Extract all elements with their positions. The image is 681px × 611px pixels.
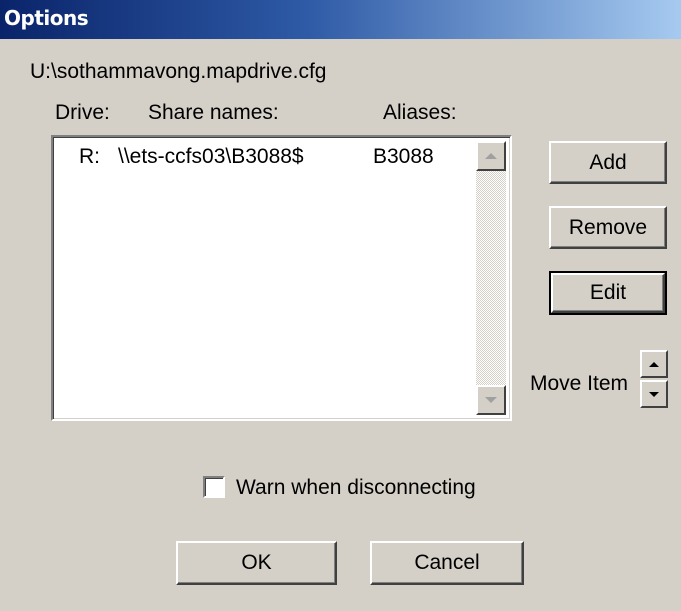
title-bar[interactable]: Options xyxy=(0,0,681,39)
vertical-scrollbar[interactable] xyxy=(476,141,506,415)
move-item-label: Move Item xyxy=(530,372,629,395)
options-dialog: Options U:\sothammavong.mapdrive.cfg Dri… xyxy=(0,0,681,611)
add-button[interactable]: Add xyxy=(549,141,667,184)
window-title: Options xyxy=(4,6,89,30)
config-path: U:\sothammavong.mapdrive.cfg xyxy=(30,60,327,83)
row-drive: R: xyxy=(79,145,100,168)
remove-button[interactable]: Remove xyxy=(549,206,667,249)
scroll-up-button[interactable] xyxy=(476,141,506,171)
arrow-up-icon xyxy=(649,361,659,367)
share-names-header: Share names: xyxy=(148,101,279,124)
edit-button[interactable]: Edit xyxy=(549,271,667,315)
arrow-down-icon xyxy=(649,391,659,397)
arrow-up-icon xyxy=(485,153,497,159)
warn-label[interactable]: Warn when disconnecting xyxy=(236,476,476,500)
move-down-button[interactable] xyxy=(640,380,668,408)
scroll-down-button[interactable] xyxy=(476,385,506,415)
cancel-button[interactable]: Cancel xyxy=(370,541,524,585)
arrow-down-icon xyxy=(485,397,497,403)
row-share: \\ets-ccfs03\B3088$ xyxy=(118,145,304,168)
ok-button[interactable]: OK xyxy=(176,541,337,585)
warn-checkbox[interactable] xyxy=(203,476,225,498)
row-alias: B3088 xyxy=(373,145,434,168)
list-item[interactable]: R: \\ets-ccfs03\B3088$ B3088 xyxy=(53,145,473,171)
drive-list[interactable]: R: \\ets-ccfs03\B3088$ B3088 xyxy=(51,135,512,421)
aliases-header: Aliases: xyxy=(383,101,457,124)
drive-header: Drive: xyxy=(55,101,110,124)
move-up-button[interactable] xyxy=(640,350,668,378)
